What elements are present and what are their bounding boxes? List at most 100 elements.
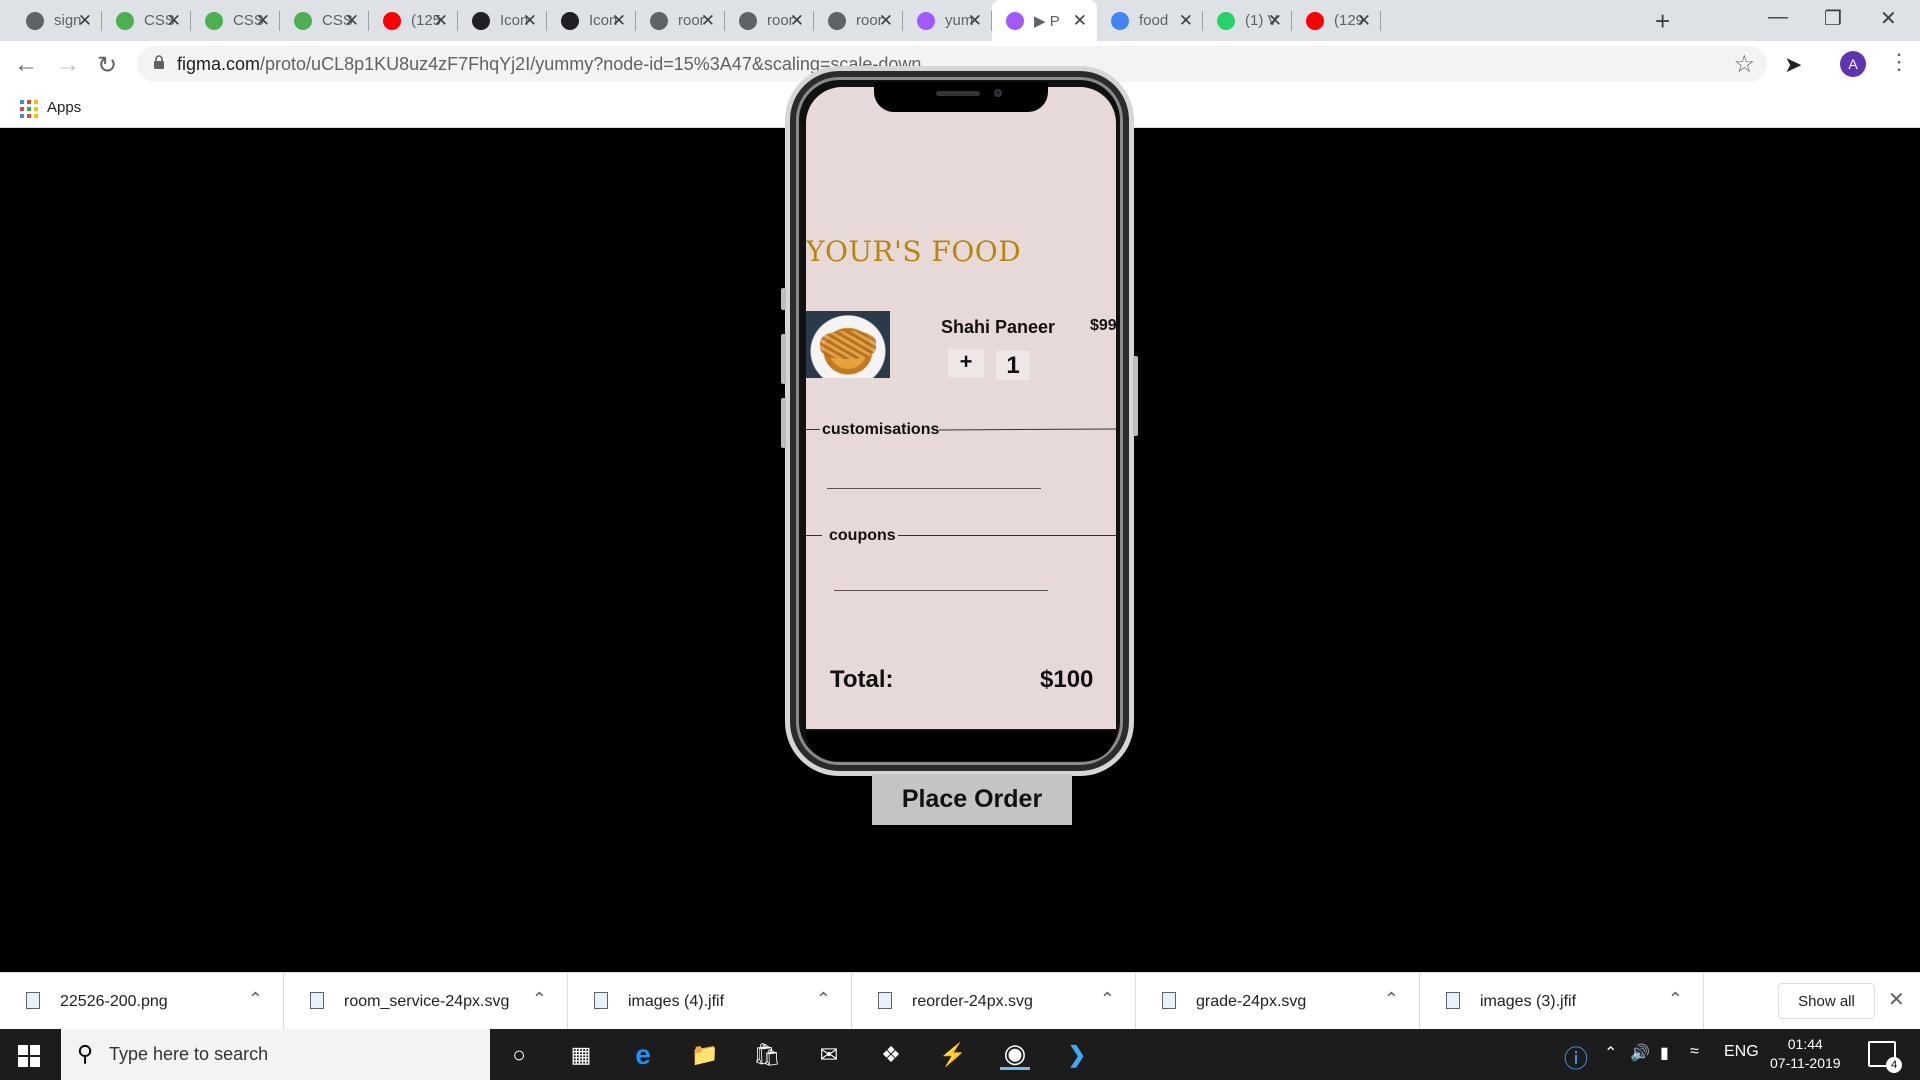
- battery-icon[interactable]: ▮: [1660, 1043, 1669, 1063]
- browser-tab[interactable]: Icon ✕: [547, 0, 636, 41]
- download-item[interactable]: room_service-24px.svg ⌃: [284, 973, 568, 1030]
- coupon-input[interactable]: [834, 590, 1048, 591]
- browser-tab[interactable]: roor ✕: [636, 0, 725, 41]
- chrome-icon[interactable]: ◉: [1000, 1038, 1030, 1070]
- download-item[interactable]: images (4).jfif ⌃: [568, 973, 852, 1030]
- browser-tab[interactable]: roor ✕: [725, 0, 814, 41]
- close-tab-icon[interactable]: ✕: [256, 11, 270, 31]
- notifications-icon[interactable]: 4: [1868, 1041, 1902, 1073]
- globe-icon: [26, 11, 44, 30]
- globe-icon: [828, 11, 846, 30]
- chevron-up-icon[interactable]: ⌃: [248, 989, 263, 1010]
- divider: [806, 429, 820, 430]
- windows-start-icon[interactable]: [18, 1045, 40, 1067]
- show-all-downloads-button[interactable]: Show all: [1778, 983, 1875, 1019]
- youtube-icon: [383, 11, 401, 30]
- forward-arrow-icon[interactable]: →: [56, 51, 80, 79]
- download-item[interactable]: images (3).jfif ⌃: [1420, 973, 1704, 1030]
- wifi-icon[interactable]: ≈: [1690, 1043, 1699, 1061]
- increase-quantity-button[interactable]: +: [948, 349, 984, 377]
- extension-cursor-icon[interactable]: ➤: [1784, 52, 1802, 78]
- place-order-button[interactable]: Place Order: [872, 774, 1072, 825]
- browser-tab[interactable]: sign ✕: [12, 0, 102, 41]
- edge-icon[interactable]: e: [628, 1039, 658, 1070]
- close-tab-icon[interactable]: ✕: [167, 11, 181, 31]
- phone-volume-up: [781, 334, 786, 384]
- browser-tab[interactable]: roor ✕: [814, 0, 903, 41]
- close-tab-icon[interactable]: ✕: [523, 11, 537, 31]
- close-tab-icon[interactable]: ✕: [1073, 11, 1087, 31]
- close-tab-icon[interactable]: ✕: [879, 11, 893, 31]
- app-bolt-icon[interactable]: ⚡: [938, 1040, 968, 1070]
- dropbox-icon[interactable]: ❖: [876, 1040, 906, 1070]
- close-tab-icon[interactable]: ✕: [78, 11, 92, 31]
- vscode-icon[interactable]: ❯: [1062, 1040, 1092, 1070]
- browser-tab[interactable]: yum ✕: [903, 0, 992, 41]
- browser-tab[interactable]: CSS ✕: [280, 0, 369, 41]
- download-shelf: Show all ✕ 22526-200.png ⌃ room_service-24…: [0, 972, 1920, 1030]
- chevron-up-icon[interactable]: ⌃: [1100, 989, 1115, 1010]
- new-tab-button[interactable]: +: [1655, 6, 1670, 37]
- download-item[interactable]: 22526-200.png ⌃: [0, 973, 284, 1030]
- browser-tab[interactable]: (125 ✕: [369, 0, 458, 41]
- phone-speaker: [936, 91, 980, 96]
- close-icon[interactable]: ✕: [1888, 987, 1905, 1012]
- apps-grid-icon[interactable]: [20, 100, 38, 118]
- customisations-input[interactable]: [827, 488, 1041, 489]
- help-icon[interactable]: ⓘ: [1564, 1039, 1588, 1074]
- download-item[interactable]: reorder-24px.svg ⌃: [852, 973, 1136, 1030]
- chevron-up-icon[interactable]: ⌃: [532, 989, 547, 1010]
- github-icon: [561, 11, 579, 30]
- close-window-button[interactable]: ✕: [1880, 6, 1897, 31]
- task-view-icon[interactable]: ▦: [566, 1040, 596, 1070]
- chevron-up-icon[interactable]: ⌃: [816, 989, 831, 1010]
- browser-tab[interactable]: CSS ✕: [102, 0, 191, 41]
- file-icon: [594, 992, 608, 1009]
- reload-icon[interactable]: ↻: [97, 51, 117, 80]
- download-filename: grade-24px.svg: [1196, 993, 1307, 1010]
- apps-bookmark[interactable]: Apps: [47, 99, 81, 116]
- taskbar-search[interactable]: ⚲ Type here to search: [61, 1029, 490, 1080]
- browser-tab[interactable]: ▶ P ✕: [992, 0, 1097, 41]
- page-title: YOUR'S FOOD: [806, 235, 1022, 268]
- close-tab-icon[interactable]: ✕: [790, 11, 804, 31]
- browser-tab[interactable]: (1) V ✕: [1203, 0, 1292, 41]
- minimize-button[interactable]: —: [1768, 6, 1788, 29]
- bookmark-star-icon[interactable]: ☆: [1733, 50, 1755, 79]
- coupons-label: coupons: [829, 527, 896, 544]
- close-tab-icon[interactable]: ✕: [434, 11, 448, 31]
- close-tab-icon[interactable]: ✕: [345, 11, 359, 31]
- browser-tab[interactable]: food ✕: [1097, 0, 1203, 41]
- tab-title: ▶ P: [1034, 12, 1060, 30]
- close-tab-icon[interactable]: ✕: [1268, 11, 1282, 31]
- close-tab-icon[interactable]: ✕: [701, 11, 715, 31]
- mail-icon[interactable]: ✉: [814, 1040, 844, 1070]
- browser-tab[interactable]: CSS ✕: [191, 0, 280, 41]
- browser-tab[interactable]: Icon ✕: [458, 0, 547, 41]
- divider: [898, 535, 1116, 536]
- maximize-button[interactable]: ❐: [1824, 6, 1842, 31]
- system-clock[interactable]: 01:44 07-11-2019: [1770, 1035, 1841, 1073]
- quantity-value: 1: [996, 351, 1030, 380]
- download-item[interactable]: grade-24px.svg ⌃: [1136, 973, 1420, 1030]
- language-indicator[interactable]: ENG: [1724, 1043, 1759, 1061]
- volume-icon[interactable]: 🔊: [1630, 1043, 1650, 1063]
- close-tab-icon[interactable]: ✕: [1357, 11, 1371, 31]
- cortana-icon[interactable]: ○: [504, 1040, 534, 1070]
- close-tab-icon[interactable]: ✕: [1179, 11, 1193, 31]
- chevron-up-icon[interactable]: ⌃: [1384, 989, 1399, 1010]
- close-tab-icon[interactable]: ✕: [612, 11, 626, 31]
- store-icon[interactable]: 🛍: [752, 1040, 782, 1070]
- download-filename: 22526-200.png: [60, 993, 168, 1010]
- file-explorer-icon[interactable]: 📁: [690, 1040, 720, 1070]
- customisations-label: customisations: [822, 421, 940, 438]
- download-filename: room_service-24px.svg: [344, 993, 510, 1010]
- browser-tab[interactable]: (129 ✕: [1292, 0, 1381, 41]
- chevron-up-icon[interactable]: ⌃: [1604, 1043, 1617, 1063]
- food-image: [806, 311, 890, 378]
- close-tab-icon[interactable]: ✕: [968, 11, 982, 31]
- profile-avatar[interactable]: A: [1840, 51, 1866, 77]
- back-arrow-icon[interactable]: ←: [14, 51, 38, 79]
- kebab-menu-icon[interactable]: ⋮: [1888, 49, 1910, 75]
- chevron-up-icon[interactable]: ⌃: [1668, 989, 1683, 1010]
